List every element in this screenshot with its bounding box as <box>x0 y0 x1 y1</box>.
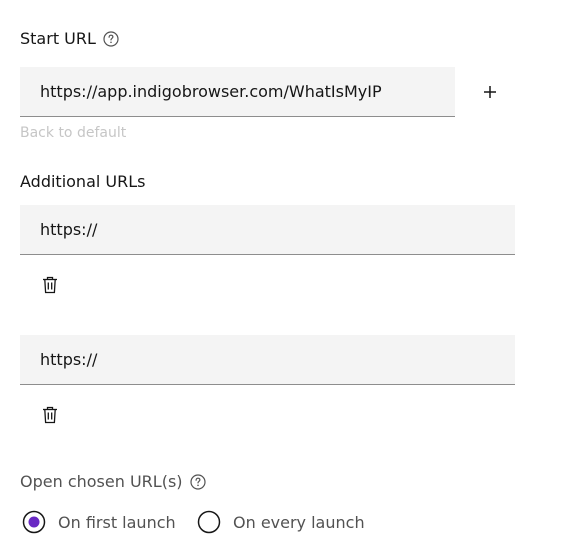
trash-icon <box>43 406 57 424</box>
radio-label: On first launch <box>58 512 176 532</box>
plus-icon <box>484 86 496 98</box>
open-chosen-urls-label: Open chosen URL(s) <box>20 472 206 491</box>
additional-urls-label-text: Additional URLs <box>20 172 146 191</box>
trash-icon <box>43 276 57 294</box>
delete-url-button[interactable] <box>40 275 60 295</box>
radio-on-first-launch[interactable]: On first launch <box>22 510 176 534</box>
additional-url-input[interactable]: https:// <box>20 335 515 385</box>
open-chosen-urls-label-text: Open chosen URL(s) <box>20 472 183 491</box>
radio-on-every-launch[interactable]: On every launch <box>197 510 365 534</box>
help-icon[interactable] <box>103 30 119 47</box>
start-url-label: Start URL <box>20 29 119 48</box>
additional-url-value: https:// <box>40 350 98 369</box>
additional-url-input[interactable]: https:// <box>20 205 515 255</box>
url-settings-panel: Start URL https://app.indigobrowser.com/… <box>0 0 563 556</box>
additional-url-value: https:// <box>40 220 98 239</box>
radio-unselected-icon <box>197 510 221 534</box>
additional-urls-label: Additional URLs <box>20 172 145 191</box>
help-icon[interactable] <box>189 473 206 490</box>
start-url-value: https://app.indigobrowser.com/WhatIsMyIP <box>40 82 382 101</box>
back-to-default-link[interactable]: Back to default <box>20 125 126 141</box>
delete-url-button[interactable] <box>40 405 60 425</box>
radio-label: On every launch <box>233 512 365 532</box>
start-url-label-text: Start URL <box>20 29 96 48</box>
radio-selected-icon <box>22 510 46 534</box>
add-url-button[interactable] <box>478 80 502 104</box>
start-url-input[interactable]: https://app.indigobrowser.com/WhatIsMyIP <box>20 67 455 117</box>
